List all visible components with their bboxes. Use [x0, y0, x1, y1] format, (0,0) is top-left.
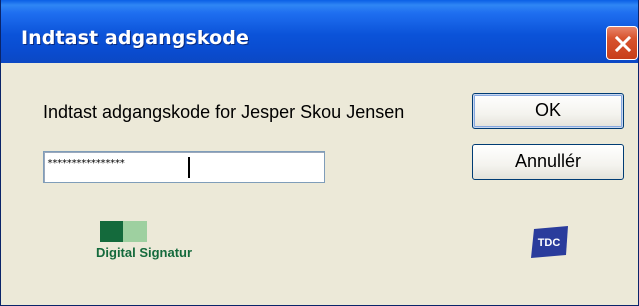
digital-signatur-text: Digital Signatur — [96, 245, 193, 260]
password-prompt-label: Indtast adgangskode for Jesper Skou Jens… — [43, 102, 405, 122]
dialog-body: Indtast adgangskode for Jesper Skou Jens… — [1, 63, 638, 306]
password-field[interactable]: **************** — [43, 151, 325, 183]
title-bar[interactable]: Indtast adgangskode — [1, 0, 638, 63]
close-icon — [614, 35, 632, 53]
ok-button[interactable]: OK — [472, 93, 624, 129]
text-caret — [188, 157, 190, 178]
password-value: **************** — [47, 158, 125, 169]
logo-square-light — [123, 221, 147, 242]
digital-signatur-logo: Digital Signatur — [96, 221, 236, 271]
password-dialog: Indtast adgangskode Indtast adgangskode … — [0, 0, 639, 306]
close-button[interactable] — [606, 26, 638, 60]
tdc-logo: TDC — [528, 225, 572, 263]
tdc-logo-text: TDC — [538, 237, 561, 249]
window-title: Indtast adgangskode — [21, 27, 249, 49]
cancel-button[interactable]: Annullér — [472, 144, 624, 180]
logo-square-dark — [100, 221, 123, 242]
